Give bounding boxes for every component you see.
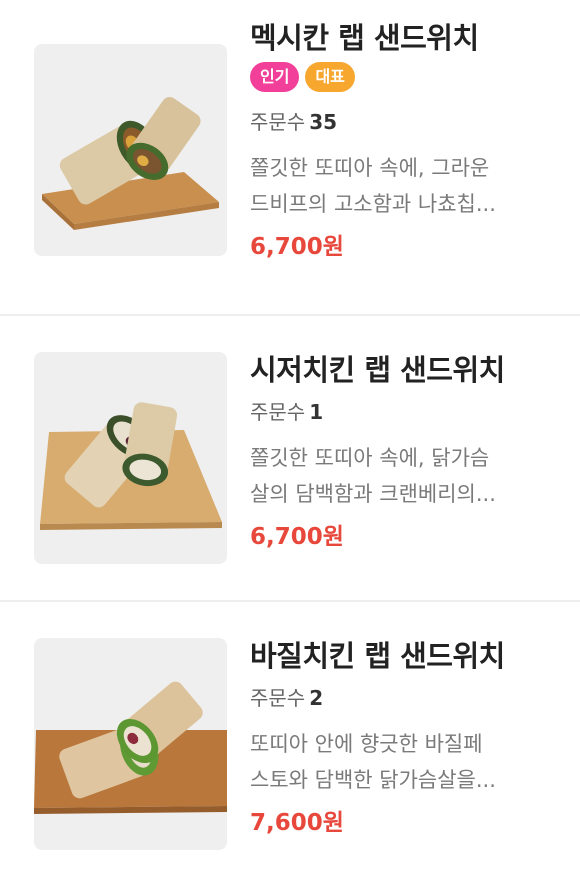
order-count-value: 2	[309, 686, 324, 710]
item-name: 바질치킨 랩 샌드위치	[250, 639, 505, 673]
description-line: 스토와 담백한 닭가슴살을...	[250, 768, 496, 792]
description-line: 또띠아 안에 향긋한 바질페	[250, 732, 483, 756]
order-count-label: 주문수	[250, 110, 306, 134]
order-count: 주문수 35	[250, 108, 550, 136]
item-description: 또띠아 안에 향긋한 바질페 스토와 담백한 닭가슴살을...	[250, 726, 535, 798]
order-count-label: 주문수	[250, 400, 306, 424]
description-line: 쫄깃한 또띠아 속에, 그라운	[250, 156, 490, 180]
product-image	[34, 44, 227, 256]
item-description: 쫄깃한 또띠아 속에, 그라운 드비프의 고소함과 나쵸칩...	[250, 150, 535, 222]
item-info: 시저치킨 랩 샌드위치 주문수 1 쫄깃한 또띠아 속에, 닭가슴 살의 담백함과…	[250, 352, 550, 552]
item-name: 시저치킨 랩 샌드위치	[250, 353, 505, 387]
product-image	[34, 638, 227, 850]
order-count-value: 35	[309, 110, 338, 134]
product-image	[34, 352, 227, 564]
badge-row: 인기 대표	[250, 62, 550, 92]
order-count: 주문수 1	[250, 398, 550, 426]
description-line: 쫄깃한 또띠아 속에, 닭가슴	[250, 446, 490, 470]
menu-list: 멕시칸 랩 샌드위치 인기 대표 주문수 35 쫄깃한 또띠아 속에, 그라운 드…	[0, 0, 580, 876]
item-info: 멕시칸 랩 샌드위치 인기 대표 주문수 35 쫄깃한 또띠아 속에, 그라운 드…	[250, 20, 550, 262]
item-name: 멕시칸 랩 샌드위치	[250, 21, 479, 55]
order-count-label: 주문수	[250, 686, 306, 710]
menu-item-mexican-wrap[interactable]: 멕시칸 랩 샌드위치 인기 대표 주문수 35 쫄깃한 또띠아 속에, 그라운 드…	[0, 0, 580, 286]
order-count-value: 1	[309, 400, 324, 424]
item-description: 쫄깃한 또띠아 속에, 닭가슴 살의 담백함과 크랜베리의...	[250, 440, 535, 512]
signature-badge: 대표	[305, 62, 355, 92]
description-line: 살의 담백함과 크랜베리의...	[250, 482, 496, 506]
popular-badge: 인기	[250, 62, 300, 92]
order-count: 주문수 2	[250, 684, 550, 712]
wrap-sandwich-photo	[40, 402, 222, 530]
item-price: 6,700원	[250, 234, 344, 260]
item-info: 바질치킨 랩 샌드위치 주문수 2 또띠아 안에 향긋한 바질페 스토와 담백한 …	[250, 638, 550, 838]
menu-item-basil-chicken-wrap[interactable]: 바질치킨 랩 샌드위치 주문수 2 또띠아 안에 향긋한 바질페 스토와 담백한 …	[0, 602, 580, 876]
menu-item-caesar-chicken-wrap[interactable]: 시저치킨 랩 샌드위치 주문수 1 쫄깃한 또띠아 속에, 닭가슴 살의 담백함과…	[0, 316, 580, 602]
wrap-sandwich-photo	[42, 96, 219, 230]
item-price: 6,700원	[250, 524, 344, 550]
wrap-sandwich-photo	[34, 681, 227, 814]
description-line: 드비프의 고소함과 나쵸칩...	[250, 192, 496, 216]
item-price: 7,600원	[250, 810, 344, 836]
